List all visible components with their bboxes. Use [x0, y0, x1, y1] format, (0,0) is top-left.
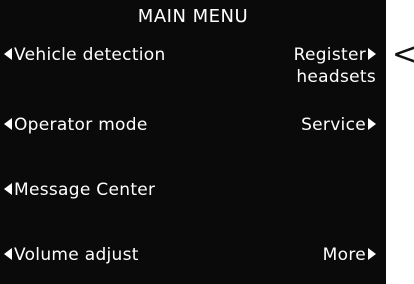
menu-item-vehicle-detection[interactable]: Vehicle detection: [4, 44, 166, 66]
right-arrow-icon: [368, 117, 376, 130]
right-arrow-icon: [368, 47, 376, 60]
left-arrow-icon: [4, 247, 12, 260]
left-arrow-icon: [4, 182, 12, 195]
selection-pointer-icon: <: [392, 37, 414, 72]
menu-item-label: Register: [293, 45, 366, 65]
menu-item-label: Vehicle detection: [14, 45, 166, 65]
menu-item-label: Operator mode: [14, 115, 148, 135]
left-arrow-icon: [4, 117, 12, 130]
main-menu-screen: MAIN MENU Vehicle detection Operator mod…: [0, 0, 386, 284]
page-title: MAIN MENU: [137, 6, 249, 27]
menu-item-register-headsets[interactable]: Register headsets: [294, 44, 376, 88]
menu-item-volume-adjust[interactable]: Volume adjust: [4, 244, 139, 266]
menu-item-operator-mode[interactable]: Operator mode: [4, 114, 148, 136]
menu-item-more[interactable]: More: [323, 244, 376, 266]
menu-item-label: Message Center: [14, 180, 156, 200]
menu-item-service[interactable]: Service: [301, 114, 376, 136]
menu-item-label-line2: headsets: [296, 67, 376, 87]
menu-item-message-center[interactable]: Message Center: [4, 179, 155, 201]
menu-item-label: Volume adjust: [14, 245, 139, 265]
menu-item-label: More: [322, 245, 366, 265]
left-arrow-icon: [4, 47, 12, 60]
right-arrow-icon: [368, 247, 376, 260]
menu-item-label: Service: [301, 115, 366, 135]
